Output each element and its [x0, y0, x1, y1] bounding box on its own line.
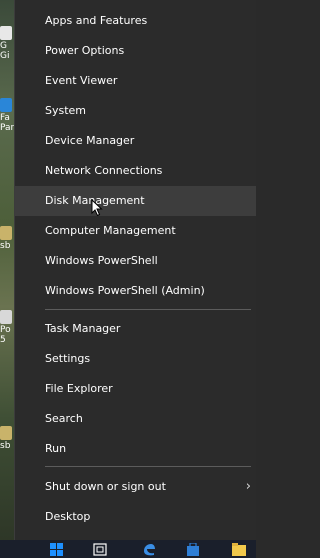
menu-item-shut-down-or-sign-out[interactable]: Shut down or sign out ›: [15, 472, 256, 502]
menu-item-disk-management[interactable]: Disk Management: [15, 186, 256, 216]
menu-item-file-explorer[interactable]: File Explorer: [15, 374, 256, 404]
winx-context-menu: Apps and Features Power Options Event Vi…: [14, 0, 256, 540]
desktop-shortcut-label: sb: [0, 441, 11, 451]
desktop-shortcut[interactable]: sb: [0, 426, 14, 451]
chevron-right-icon: ›: [245, 479, 251, 494]
desktop-shortcut-label: 5: [0, 335, 6, 345]
task-view-icon[interactable]: [93, 543, 107, 556]
edge-icon[interactable]: [142, 543, 156, 556]
menu-item-search[interactable]: Search: [15, 404, 256, 434]
desktop-shortcut-label: Fa: [0, 113, 10, 123]
menu-item-computer-management[interactable]: Computer Management: [15, 216, 256, 246]
shortcut-icon: [0, 98, 12, 112]
menu-separator: [45, 466, 251, 467]
mouse-pointer-icon: [91, 199, 103, 217]
desktop-shortcut[interactable]: Fa Par: [0, 98, 14, 133]
desktop-shortcut-label: G: [0, 41, 7, 51]
menu-item-desktop[interactable]: Desktop: [15, 502, 256, 532]
taskbar: [0, 540, 256, 558]
shortcut-icon: [0, 226, 12, 240]
menu-item-device-manager[interactable]: Device Manager: [15, 126, 256, 156]
windows-logo-icon[interactable]: [50, 543, 63, 556]
desktop-shortcut-label: Po: [0, 325, 11, 335]
menu-separator: [45, 309, 251, 310]
desktop-shortcut-label: sb: [0, 241, 11, 251]
desktop-shortcut[interactable]: Po 5: [0, 310, 14, 345]
menu-item-windows-powershell[interactable]: Windows PowerShell: [15, 246, 256, 276]
store-icon[interactable]: [186, 543, 200, 556]
screen: G Gi Fa Par sb Po 5 sb Apps and Features…: [0, 0, 256, 558]
menu-item-power-options[interactable]: Power Options: [15, 36, 256, 66]
menu-item-apps-and-features[interactable]: Apps and Features: [15, 6, 256, 36]
menu-item-task-manager[interactable]: Task Manager: [15, 314, 256, 344]
menu-item-run[interactable]: Run: [15, 434, 256, 464]
shortcut-icon: [0, 26, 12, 40]
desktop-shortcut-label: Gi: [0, 51, 10, 61]
shortcut-icon: [0, 426, 12, 440]
explorer-icon[interactable]: [232, 543, 246, 556]
menu-item-label: Shut down or sign out: [45, 480, 166, 493]
shortcut-icon: [0, 310, 12, 324]
menu-item-network-connections[interactable]: Network Connections: [15, 156, 256, 186]
menu-item-system[interactable]: System: [15, 96, 256, 126]
menu-item-event-viewer[interactable]: Event Viewer: [15, 66, 256, 96]
menu-item-settings[interactable]: Settings: [15, 344, 256, 374]
desktop-shortcut[interactable]: sb: [0, 226, 14, 251]
menu-item-windows-powershell-admin[interactable]: Windows PowerShell (Admin): [15, 276, 256, 306]
desktop-shortcut[interactable]: G Gi: [0, 26, 14, 61]
desktop-background: G Gi Fa Par sb Po 5 sb: [0, 0, 14, 558]
desktop-shortcut-label: Par: [0, 123, 14, 133]
